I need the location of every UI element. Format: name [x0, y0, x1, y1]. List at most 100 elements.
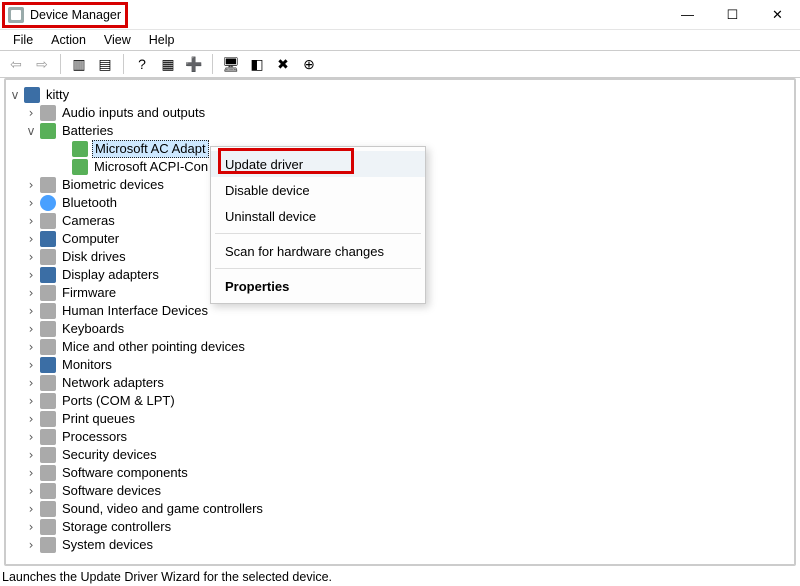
expand-icon[interactable]: › [24, 536, 38, 554]
help-icon[interactable]: ? [130, 52, 154, 76]
expand-icon[interactable]: › [24, 230, 38, 248]
device-icon [40, 321, 56, 337]
tree-label: Mice and other pointing devices [60, 338, 247, 356]
expand-icon[interactable]: › [24, 446, 38, 464]
expand-icon[interactable]: › [24, 320, 38, 338]
device-icon [40, 483, 56, 499]
tree-label: Storage controllers [60, 518, 173, 536]
expand-icon[interactable]: › [24, 464, 38, 482]
toolbar-separator [60, 54, 61, 74]
expand-icon[interactable]: v [24, 122, 38, 140]
tree-item-batteries[interactable]: v Batteries [8, 122, 794, 140]
maximize-button[interactable]: ☐ [710, 0, 755, 30]
tree-item-mice-and-other-pointing-devices[interactable]: › Mice and other pointing devices [8, 338, 794, 356]
close-button[interactable]: ✕ [755, 0, 800, 30]
view-icon[interactable]: ▦ [156, 52, 180, 76]
status-bar: Launches the Update Driver Wizard for th… [2, 570, 332, 584]
context-update-driver[interactable]: Update driver [211, 151, 425, 177]
expand-icon[interactable]: › [24, 374, 38, 392]
device-icon [24, 87, 40, 103]
expand-icon[interactable]: › [24, 410, 38, 428]
tree-item-human-interface-devices[interactable]: ›Human Interface Devices [8, 302, 794, 320]
menu-view[interactable]: View [95, 31, 140, 49]
expand-icon: > [56, 140, 70, 158]
toolbar-separator [212, 54, 213, 74]
expand-icon[interactable]: › [24, 284, 38, 302]
tree-item-software-components[interactable]: › Software components [8, 464, 794, 482]
tree-item-audio-inputs-and-outputs[interactable]: › Audio inputs and outputs [8, 104, 794, 122]
tree-label: Batteries [60, 122, 115, 140]
update-driver-icon[interactable]: 🖥 [219, 52, 243, 76]
expand-icon[interactable]: › [24, 428, 38, 446]
tree-label: Microsoft ACPI-Con [92, 158, 210, 176]
tree-item-ports-com-lpt-[interactable]: › Ports (COM & LPT) [8, 392, 794, 410]
tree-label: Bluetooth [60, 194, 119, 212]
tree-item-sound-video-and-game-controllers[interactable]: ›Sound, video and game controllers [8, 500, 794, 518]
device-icon [40, 303, 56, 319]
add-hardware-icon[interactable]: ➕ [182, 52, 206, 76]
context-menu: Update driverDisable deviceUninstall dev… [210, 146, 426, 304]
tree-label: Software devices [60, 482, 163, 500]
tree-label: Biometric devices [60, 176, 166, 194]
device-icon [40, 213, 56, 229]
expand-icon[interactable]: › [24, 176, 38, 194]
tree-item-keyboards[interactable]: ›Keyboards [8, 320, 794, 338]
expand-icon[interactable]: › [24, 338, 38, 356]
more-icon[interactable]: ⊕ [297, 52, 321, 76]
tree-item-storage-controllers[interactable]: › Storage controllers [8, 518, 794, 536]
context-scan-hardware[interactable]: Scan for hardware changes [211, 238, 425, 264]
device-icon [72, 159, 88, 175]
tree-item-processors[interactable]: › Processors [8, 428, 794, 446]
tree-label: Computer [60, 230, 121, 248]
tree-label: Display adapters [60, 266, 161, 284]
device-icon [40, 231, 56, 247]
expand-icon[interactable]: › [24, 518, 38, 536]
tree-label: Processors [60, 428, 129, 446]
tree-label: System devices [60, 536, 155, 554]
expand-icon[interactable]: › [24, 392, 38, 410]
device-icon [40, 447, 56, 463]
context-separator [215, 268, 421, 269]
context-uninstall-device[interactable]: Uninstall device [211, 203, 425, 229]
tree-label: Audio inputs and outputs [60, 104, 207, 122]
menu-file[interactable]: File [4, 31, 42, 49]
device-icon [40, 465, 56, 481]
context-disable-device[interactable]: Disable device [211, 177, 425, 203]
tree-root[interactable]: v kitty [8, 86, 794, 104]
expand-icon[interactable]: › [24, 104, 38, 122]
device-icon [40, 375, 56, 391]
expand-icon[interactable]: › [24, 212, 38, 230]
expand-icon[interactable]: › [24, 194, 38, 212]
tree-item-software-devices[interactable]: › Software devices [8, 482, 794, 500]
tree-item-security-devices[interactable]: ›Security devices [8, 446, 794, 464]
scan-icon[interactable]: ◧ [245, 52, 269, 76]
tree-item-monitors[interactable]: › Monitors [8, 356, 794, 374]
tree-item-system-devices[interactable]: › System devices [8, 536, 794, 554]
expand-icon: > [56, 158, 70, 176]
tree-item-network-adapters[interactable]: ›Network adapters [8, 374, 794, 392]
device-icon [40, 411, 56, 427]
expand-icon[interactable]: v [8, 86, 22, 104]
expand-icon[interactable]: › [24, 248, 38, 266]
context-properties[interactable]: Properties [211, 273, 425, 299]
expand-icon[interactable]: › [24, 266, 38, 284]
expand-icon[interactable]: › [24, 500, 38, 518]
expand-icon[interactable]: › [24, 482, 38, 500]
tree-label: kitty [44, 86, 71, 104]
app-icon [8, 7, 24, 23]
tree-item-print-queues[interactable]: ›Print queues [8, 410, 794, 428]
show-hide-icon[interactable]: ▥ [67, 52, 91, 76]
menu-help[interactable]: Help [140, 31, 184, 49]
device-icon [72, 141, 88, 157]
window-title: Device Manager [30, 8, 121, 22]
tree-label: Ports (COM & LPT) [60, 392, 177, 410]
minimize-button[interactable]: — [665, 0, 710, 30]
tree-label: Cameras [60, 212, 117, 230]
menu-action[interactable]: Action [42, 31, 95, 49]
tree-label: Monitors [60, 356, 114, 374]
expand-icon[interactable]: › [24, 356, 38, 374]
expand-icon[interactable]: › [24, 302, 38, 320]
uninstall-icon[interactable]: ✖ [271, 52, 295, 76]
properties-icon[interactable]: ▤ [93, 52, 117, 76]
tree-label: Software components [60, 464, 190, 482]
